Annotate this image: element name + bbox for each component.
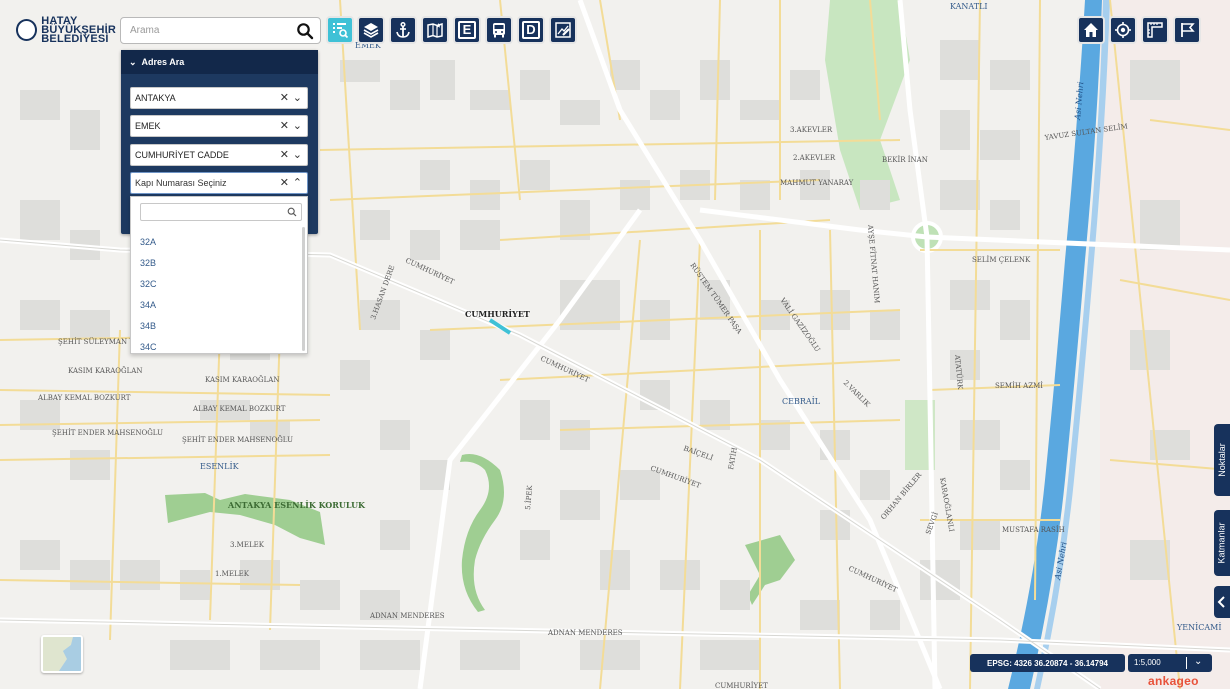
- points-tab[interactable]: Noktalar: [1214, 424, 1230, 496]
- coordinate-readout: EPSG: 4326 36.20874 - 36.14794: [970, 654, 1125, 672]
- dropdown-scrollbar[interactable]: [302, 227, 305, 351]
- bus-button[interactable]: [485, 16, 513, 44]
- street-label-mustafa-rasih: MUSTAFA RASİH: [1002, 525, 1065, 534]
- street-label-mahmut: MAHMUT YANARAY: [780, 179, 854, 187]
- home-button[interactable]: [1077, 16, 1105, 44]
- neighborhood-select-value: EMEK: [135, 121, 161, 131]
- ankageo-brand-logo: ankageo: [1148, 674, 1199, 688]
- park-label-korulugu: ANTAKYA ESENLİK KORULUK: [227, 500, 366, 510]
- street-label-albay-kemal-2: ALBAY KEMAL BOZKURT: [192, 405, 286, 413]
- hatay-bb-logo: HATAY BÜYÜKŞEHİR BELEDİYESİ: [16, 12, 116, 48]
- points-tab-label: Noktalar: [1217, 443, 1228, 477]
- chevron-down-icon[interactable]: ⌄: [293, 120, 302, 132]
- measure-button[interactable]: [1141, 16, 1169, 44]
- street-label-akevler-2: 2.AKEVLER: [793, 154, 836, 162]
- street-select-value: CUMHURİYET CADDE: [135, 150, 229, 160]
- layers-icon: [363, 23, 379, 38]
- street-label-kasim-karaoglan-2: KASIM KARAOĞLAN: [205, 375, 279, 384]
- search-list-icon: [333, 23, 349, 39]
- search-icon[interactable]: [296, 22, 314, 40]
- street-label-melek-1: 1.MELEK: [215, 570, 250, 578]
- locate-icon: [1115, 22, 1131, 38]
- locate-button[interactable]: [1109, 16, 1137, 44]
- map-book-button[interactable]: [421, 16, 449, 44]
- place-label-esenlik: ESENLİK: [200, 462, 240, 471]
- street-label-adnan-menderes: ADNAN MENDERES: [369, 612, 445, 620]
- address-search-tool-button[interactable]: [326, 16, 354, 44]
- street-label-melek-3: 3.MELEK: [230, 541, 265, 549]
- street-label-semih-azmi: SEMİH AZMİ: [995, 381, 1043, 390]
- clear-icon[interactable]: ✕: [280, 92, 289, 104]
- dropdown-option[interactable]: 34B: [140, 321, 156, 331]
- ruler-icon: [1147, 22, 1163, 38]
- clear-icon[interactable]: ✕: [280, 149, 289, 161]
- street-label-adnan-menderes-2: ADNAN MENDERES: [547, 629, 623, 637]
- door-number-dropdown: 32A 32B 32C 34A 34B 34C: [130, 196, 308, 354]
- door-number-placeholder: Kapı Numarası Seçiniz: [135, 178, 227, 188]
- chevron-down-icon: ⌄: [1194, 656, 1203, 667]
- chevron-down-icon[interactable]: ⌄: [293, 92, 302, 104]
- flag-button[interactable]: [1173, 16, 1201, 44]
- place-label-cebrail: CEBRAİL: [782, 397, 821, 406]
- map-edit-icon: [555, 22, 571, 38]
- street-label-bekir-inan: BEKİR İNAN: [882, 155, 928, 164]
- e-button[interactable]: E: [453, 16, 481, 44]
- district-select[interactable]: ANTAKYA ✕ ⌄: [130, 87, 308, 109]
- clear-icon[interactable]: ✕: [280, 120, 289, 132]
- district-select-value: ANTAKYA: [135, 93, 176, 103]
- overview-minimap[interactable]: [41, 635, 83, 673]
- anchor-button[interactable]: [389, 16, 417, 44]
- collapse-panel-button[interactable]: [1214, 586, 1230, 618]
- dropdown-option[interactable]: 34C: [140, 342, 157, 352]
- bus-icon: [493, 23, 505, 38]
- logo-text: HATAY BÜYÜKŞEHİR BELEDİYESİ: [41, 15, 116, 45]
- map-edit-button[interactable]: [549, 16, 577, 44]
- letter-e-icon: E: [458, 21, 476, 39]
- address-panel-title: Adres Ara: [141, 57, 185, 67]
- place-label-yenicami: YENİCAMİ: [1176, 623, 1222, 632]
- chevron-down-icon[interactable]: ⌄: [293, 149, 302, 161]
- clear-icon[interactable]: ✕: [280, 177, 289, 189]
- neighborhood-select[interactable]: EMEK ✕ ⌄: [130, 115, 308, 137]
- dropdown-option[interactable]: 32A: [140, 237, 156, 247]
- dropdown-search-input[interactable]: [140, 203, 302, 221]
- flag-icon: [1181, 23, 1195, 37]
- dropdown-option[interactable]: 32C: [140, 279, 157, 289]
- scale-value: 1:5,000: [1134, 658, 1161, 667]
- chevron-down-icon: ⌄: [129, 56, 137, 67]
- chevron-left-icon: [1217, 596, 1225, 608]
- street-label-cumhuriyet-bottom: CUMHURİYET: [715, 681, 768, 689]
- search-icon: [287, 207, 297, 217]
- scale-select[interactable]: 1:5,000 ⌄: [1128, 654, 1212, 672]
- place-label-kanatli: KANATLI: [950, 2, 988, 11]
- street-label-sehit-ender: ŞEHİT ENDER MAHSENOĞLU: [52, 428, 163, 437]
- logo-line-3: BELEDİYESİ: [41, 32, 109, 45]
- map-book-icon: [427, 22, 443, 39]
- street-label-selim-celenk: SELİM ÇELENK: [972, 255, 1031, 264]
- layers-tab[interactable]: Katmanlar: [1214, 510, 1230, 576]
- dropdown-option[interactable]: 32B: [140, 258, 156, 268]
- street-label-akevler-3: 3.AKEVLER: [790, 126, 833, 134]
- address-panel-header[interactable]: ⌄ Adres Ara: [121, 50, 318, 74]
- highlighted-street-label: CUMHURİYET: [465, 309, 530, 319]
- door-number-select[interactable]: Kapı Numarası Seçiniz ✕ ⌃: [130, 172, 308, 194]
- minimap-thumbnail: [43, 637, 81, 671]
- search-box: [120, 17, 321, 44]
- d-button[interactable]: D: [517, 16, 545, 44]
- anchor-icon: [396, 21, 410, 38]
- chevron-up-icon[interactable]: ⌃: [293, 177, 302, 189]
- layers-button[interactable]: [357, 16, 385, 44]
- search-input[interactable]: [128, 24, 292, 37]
- home-icon: [1084, 23, 1098, 37]
- letter-d-icon: D: [522, 21, 540, 39]
- municipality-seal-icon: [16, 19, 38, 41]
- street-label-albay-kemal: ALBAY KEMAL BOZKURT: [37, 394, 131, 402]
- street-select[interactable]: CUMHURİYET CADDE ✕ ⌄: [130, 144, 308, 166]
- scale-separator: [1186, 657, 1187, 669]
- layers-tab-label: Katmanlar: [1217, 522, 1227, 564]
- street-label-kasim-karaoglan: KASIM KARAOĞLAN: [68, 366, 142, 375]
- street-label-sehit-ender-2: ŞEHİT ENDER MAHSENOĞLU: [182, 435, 293, 444]
- dropdown-option[interactable]: 34A: [140, 300, 156, 310]
